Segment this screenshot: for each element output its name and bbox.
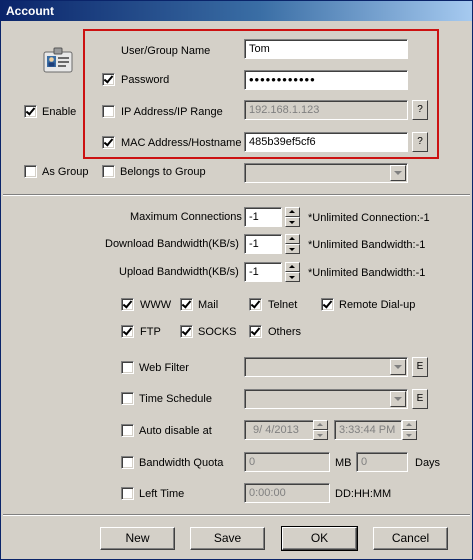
belongs-to-group-checkbox[interactable] <box>102 165 115 178</box>
as-group-checkbox[interactable] <box>24 165 37 178</box>
id-card-icon <box>43 47 73 73</box>
others-checkbox[interactable] <box>249 325 262 338</box>
others-label: Others <box>268 326 302 338</box>
max-connections-input[interactable]: -1 <box>244 207 282 227</box>
password-checkbox[interactable] <box>102 73 115 86</box>
upload-bandwidth-note: *Unlimited Bandwidth:-1 <box>308 267 426 279</box>
socks-checkbox[interactable] <box>180 325 193 338</box>
quota-days-input[interactable]: 0 <box>356 452 408 472</box>
left-time-checkbox[interactable] <box>121 487 134 500</box>
time-schedule-checkbox[interactable] <box>121 392 134 405</box>
auto-disable-time[interactable]: 3:33:44 PM <box>334 420 402 440</box>
days-unit-label: Days <box>415 457 441 469</box>
download-bandwidth-input[interactable]: -1 <box>244 234 282 254</box>
ip-help-button[interactable]: ? <box>412 100 428 120</box>
new-button[interactable]: New <box>100 527 175 550</box>
web-filter-select[interactable] <box>244 357 408 377</box>
as-group-label: As Group <box>42 166 89 178</box>
ip-address-label: IP Address/IP Range <box>121 106 223 118</box>
separator <box>3 514 470 516</box>
web-filter-label: Web Filter <box>139 362 189 374</box>
password-label: Password <box>121 74 170 86</box>
socks-label: SOCKS <box>198 326 237 338</box>
left-time-format-label: DD:HH:MM <box>335 488 392 500</box>
remote-dialup-label: Remote Dial-up <box>339 299 416 311</box>
user-group-name-label: User/Group Name <box>121 45 211 57</box>
max-connections-label: Maximum Connections <box>130 211 242 223</box>
belongs-to-group-label: Belongs to Group <box>120 166 206 178</box>
chevron-down-icon[interactable] <box>390 359 406 375</box>
separator <box>3 194 470 196</box>
bandwidth-quota-input[interactable]: 0 <box>244 452 330 472</box>
remote-dialup-checkbox[interactable] <box>321 298 334 311</box>
mac-address-label: MAC Address/Hostname <box>121 137 242 149</box>
upload-bandwidth-label: Upload Bandwidth(KB/s) <box>119 266 239 278</box>
left-time-label: Left Time <box>139 488 185 500</box>
cancel-button[interactable]: Cancel <box>373 527 448 550</box>
upload-bandwidth-input[interactable]: -1 <box>244 262 282 282</box>
download-bandwidth-spinner[interactable] <box>285 234 300 254</box>
mac-address-input[interactable]: 485b39ef5cf6 <box>244 132 408 152</box>
auto-disable-checkbox[interactable] <box>121 424 134 437</box>
auto-disable-time-spinner[interactable] <box>402 420 417 440</box>
quota-unit-label: MB <box>335 457 352 469</box>
bandwidth-quota-label: Bandwidth Quota <box>139 457 224 469</box>
bandwidth-quota-checkbox[interactable] <box>121 456 134 469</box>
chevron-down-icon[interactable] <box>390 165 406 181</box>
web-filter-checkbox[interactable] <box>121 361 134 374</box>
mail-checkbox[interactable] <box>180 298 193 311</box>
save-button[interactable]: Save <box>190 527 265 550</box>
ip-address-input[interactable]: 192.168.1.123 <box>244 100 408 120</box>
window-title: Account <box>6 4 54 18</box>
time-schedule-select[interactable] <box>244 389 408 409</box>
max-connections-note: *Unlimited Connection:-1 <box>308 212 430 224</box>
password-input[interactable]: •••••••••••• <box>244 70 408 90</box>
telnet-checkbox[interactable] <box>249 298 262 311</box>
time-schedule-edit-button[interactable]: E <box>412 389 428 409</box>
account-dialog: Account User/Group Name Tom Password •••… <box>0 0 473 560</box>
enable-checkbox[interactable] <box>24 105 37 118</box>
ftp-label: FTP <box>140 326 161 338</box>
auto-disable-date-spinner[interactable] <box>313 420 328 440</box>
time-schedule-label: Time Schedule <box>139 393 212 405</box>
mail-label: Mail <box>198 299 219 311</box>
telnet-label: Telnet <box>268 299 298 311</box>
www-label: WWW <box>140 299 172 311</box>
mac-address-checkbox[interactable] <box>102 136 115 149</box>
auto-disable-date[interactable]: 9/ 4/2013 <box>244 420 314 440</box>
www-checkbox[interactable] <box>121 298 134 311</box>
mac-help-button[interactable]: ? <box>412 132 428 152</box>
left-time-input[interactable]: 0:00:00 <box>244 483 330 503</box>
group-select[interactable] <box>244 163 408 183</box>
download-bandwidth-label: Download Bandwidth(KB/s) <box>105 238 239 250</box>
download-bandwidth-note: *Unlimited Bandwidth:-1 <box>308 239 426 251</box>
ftp-checkbox[interactable] <box>121 325 134 338</box>
user-group-name-input[interactable]: Tom <box>244 39 408 59</box>
chevron-down-icon[interactable] <box>390 391 406 407</box>
max-connections-spinner[interactable] <box>285 207 300 227</box>
auto-disable-label: Auto disable at <box>139 425 212 437</box>
ok-button[interactable]: OK <box>281 526 358 551</box>
upload-bandwidth-spinner[interactable] <box>285 262 300 282</box>
title-bar[interactable]: Account <box>1 1 472 21</box>
web-filter-edit-button[interactable]: E <box>412 357 428 377</box>
ip-address-checkbox[interactable] <box>102 105 115 118</box>
enable-label: Enable <box>42 106 77 118</box>
